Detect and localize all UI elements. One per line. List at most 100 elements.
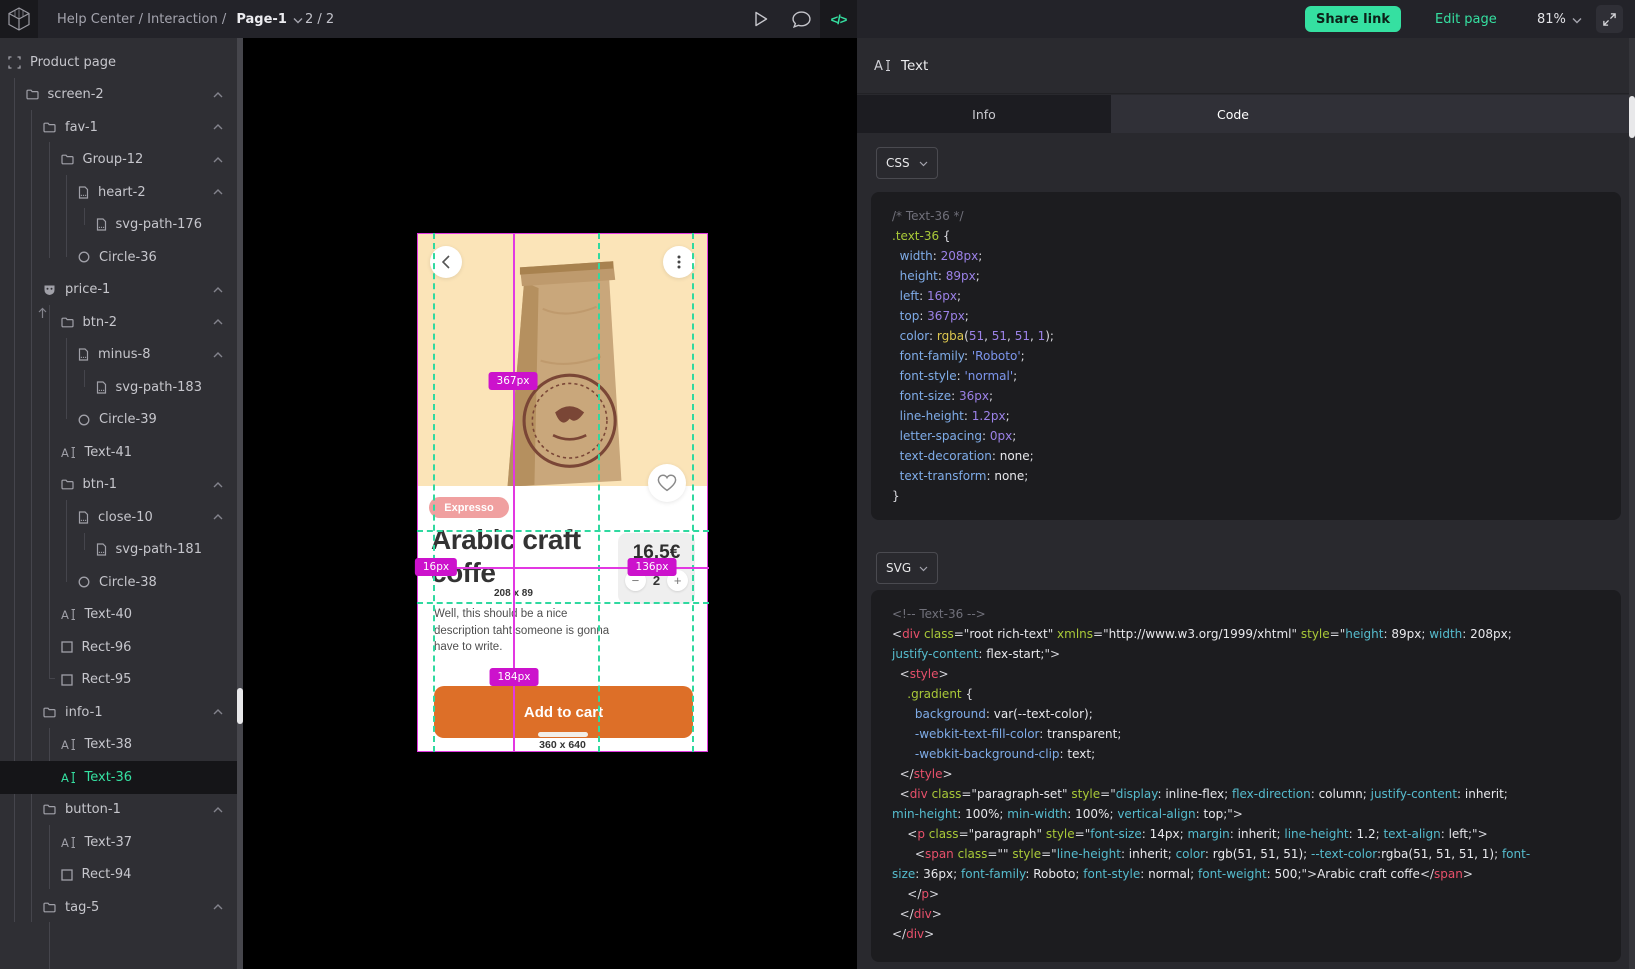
code-line: <p class="paragraph" style="font-size: 1…	[892, 824, 1600, 844]
layer-label: Circle-39	[99, 412, 157, 427]
topbar: Help Center / Interaction / Page-1 2 / 2…	[0, 0, 1635, 38]
zoom-control[interactable]: 81%	[1537, 0, 1582, 38]
measure-label-width: 136px	[628, 558, 677, 576]
layer-row-tag-5[interactable]: tag-5	[0, 891, 237, 924]
chevron-up-icon[interactable]	[213, 482, 223, 488]
layer-row-rect-94[interactable]: Rect-94	[0, 859, 237, 892]
svg-code-block[interactable]: <!-- Text-36 --><div class="root rich-te…	[871, 590, 1621, 962]
product-image-area	[418, 234, 707, 486]
layer-row-close-10[interactable]: close-10	[0, 501, 237, 534]
chevron-up-icon[interactable]	[213, 319, 223, 325]
layer-row-rect-96[interactable]: Rect-96	[0, 631, 237, 664]
layer-row-group-12[interactable]: Group-12	[0, 144, 237, 177]
layer-row-circle-38[interactable]: Circle-38	[0, 566, 237, 599]
layer-row-btn-1[interactable]: btn-1	[0, 469, 237, 502]
layer-row-btn-2[interactable]: btn-2	[0, 306, 237, 339]
svg-format-dropdown[interactable]: SVG	[876, 552, 938, 584]
layer-row-button-1[interactable]: button-1	[0, 794, 237, 827]
inspector-scrollbar[interactable]	[1629, 38, 1635, 969]
layers-panel: Product page screen-2fav-1 Group-12 heart-2…	[0, 38, 237, 969]
layer-row-text-38[interactable]: AText-38	[0, 729, 237, 762]
layer-row-rect-95[interactable]: Rect-95	[0, 664, 237, 697]
edit-page-link[interactable]: Edit page	[1435, 0, 1497, 38]
code-line: line-height: 1.2px;	[892, 406, 1600, 426]
chevron-up-icon[interactable]	[213, 514, 223, 520]
inspector-scrollbar-thumb[interactable]	[1629, 96, 1635, 138]
layer-row-text-36[interactable]: AText-36	[0, 761, 237, 794]
code-line: .text-36 {	[892, 226, 1600, 246]
chevron-up-icon[interactable]	[213, 189, 223, 195]
layer-row-text-37[interactable]: AText-37	[0, 826, 237, 859]
code-line: background: var(--text-color);	[892, 704, 1600, 724]
favorite-button[interactable]	[648, 464, 686, 502]
code-line: <div class="paragraph-set" style="displa…	[892, 784, 1600, 804]
more-options-button[interactable]	[663, 246, 695, 278]
app-root: Help Center / Interaction / Page-1 2 / 2…	[0, 0, 1635, 969]
chevron-up-icon[interactable]	[213, 92, 223, 98]
code-panel-toggle[interactable]: </>	[820, 0, 857, 38]
layer-row-heart-2[interactable]: heart-2	[0, 176, 237, 209]
code-line: letter-spacing: 0px;	[892, 426, 1600, 446]
code-line: </style>	[892, 764, 1600, 784]
sidebar-scrollbar-thumb[interactable]	[237, 688, 243, 724]
layer-row-circle-39[interactable]: Circle-39	[0, 404, 237, 437]
guide-text-top	[417, 530, 709, 532]
page-indicator: 2 / 2	[305, 0, 334, 38]
layer-row-text-41[interactable]: AText-41	[0, 436, 237, 469]
chevron-up-icon[interactable]	[213, 287, 223, 293]
layer-label: svg-path-183	[116, 380, 202, 395]
layer-row-circle-36[interactable]: Circle-36	[0, 241, 237, 274]
sidebar-scrollbar[interactable]	[237, 38, 243, 969]
canvas[interactable]: Expresso Arabic craft coffe 208 x 89 16.…	[243, 38, 857, 969]
play-button[interactable]	[745, 0, 777, 38]
share-link-button[interactable]: Share link	[1305, 6, 1401, 32]
layer-row-svg-path-183[interactable]: svg-path-183	[0, 371, 237, 404]
chevron-up-icon[interactable]	[213, 157, 223, 163]
tab-code[interactable]: Code	[1111, 95, 1355, 133]
layer-label: close-10	[98, 510, 153, 525]
guide-text-bottom	[417, 602, 709, 604]
breadcrumb[interactable]: Help Center / Interaction / Page-1	[57, 0, 303, 38]
code-line: font-size: 36px;	[892, 386, 1600, 406]
layer-row-svg-path-176[interactable]: svg-path-176	[0, 209, 237, 242]
comment-button[interactable]	[785, 0, 817, 38]
css-format-dropdown[interactable]: CSS	[876, 147, 938, 179]
chevron-down-icon[interactable]	[293, 17, 303, 24]
chevron-up-icon[interactable]	[213, 709, 223, 715]
play-icon	[754, 11, 768, 27]
layer-label: Product page	[30, 55, 116, 70]
chevron-up-icon[interactable]	[213, 904, 223, 910]
code-line: text-transform: none;	[892, 466, 1600, 486]
chevron-up-icon[interactable]	[213, 124, 223, 130]
css-code-block[interactable]: /* Text-36 */.text-36 { width: 208px; he…	[871, 192, 1621, 520]
file-icon	[96, 543, 107, 556]
layer-row-price-1[interactable]: price-1	[0, 274, 237, 307]
code-line: </div>	[892, 924, 1600, 944]
layer-row-screen-2[interactable]: screen-2	[0, 79, 237, 112]
layer-row-fav-1[interactable]: fav-1	[0, 111, 237, 144]
chevron-up-icon[interactable]	[213, 807, 223, 813]
add-to-cart-button[interactable]: Add to cart	[434, 686, 693, 738]
layer-label: price-1	[65, 282, 110, 297]
layer-row-text-40[interactable]: AText-40	[0, 599, 237, 632]
fullscreen-button[interactable]	[1596, 5, 1623, 33]
app-logo-icon[interactable]	[0, 0, 38, 38]
layer-label: Rect-94	[82, 867, 132, 882]
layer-row-svg-path-181[interactable]: svg-path-181	[0, 534, 237, 567]
layer-label: Circle-36	[99, 250, 157, 265]
chevron-up-icon[interactable]	[213, 352, 223, 358]
code-line: justify-content: flex-start;">	[892, 644, 1600, 664]
measure-label-left: 16px	[415, 558, 457, 576]
layer-row-product page[interactable]: Product page	[0, 46, 237, 79]
layer-row-info-1[interactable]: info-1	[0, 696, 237, 729]
frame-size-label: 360 x 640	[418, 739, 707, 751]
layer-label: Group-12	[83, 152, 144, 167]
product-title[interactable]: Arabic craft coffe	[431, 524, 605, 590]
svg-text:A: A	[61, 608, 69, 621]
category-tag[interactable]: Expresso	[429, 497, 509, 518]
text-icon: A	[61, 446, 76, 459]
product-page-frame[interactable]: Expresso Arabic craft coffe 208 x 89 16.…	[417, 233, 708, 752]
layer-label: btn-1	[83, 477, 118, 492]
tab-info[interactable]: Info	[857, 95, 1111, 133]
layer-row-minus-8[interactable]: minus-8	[0, 339, 237, 372]
